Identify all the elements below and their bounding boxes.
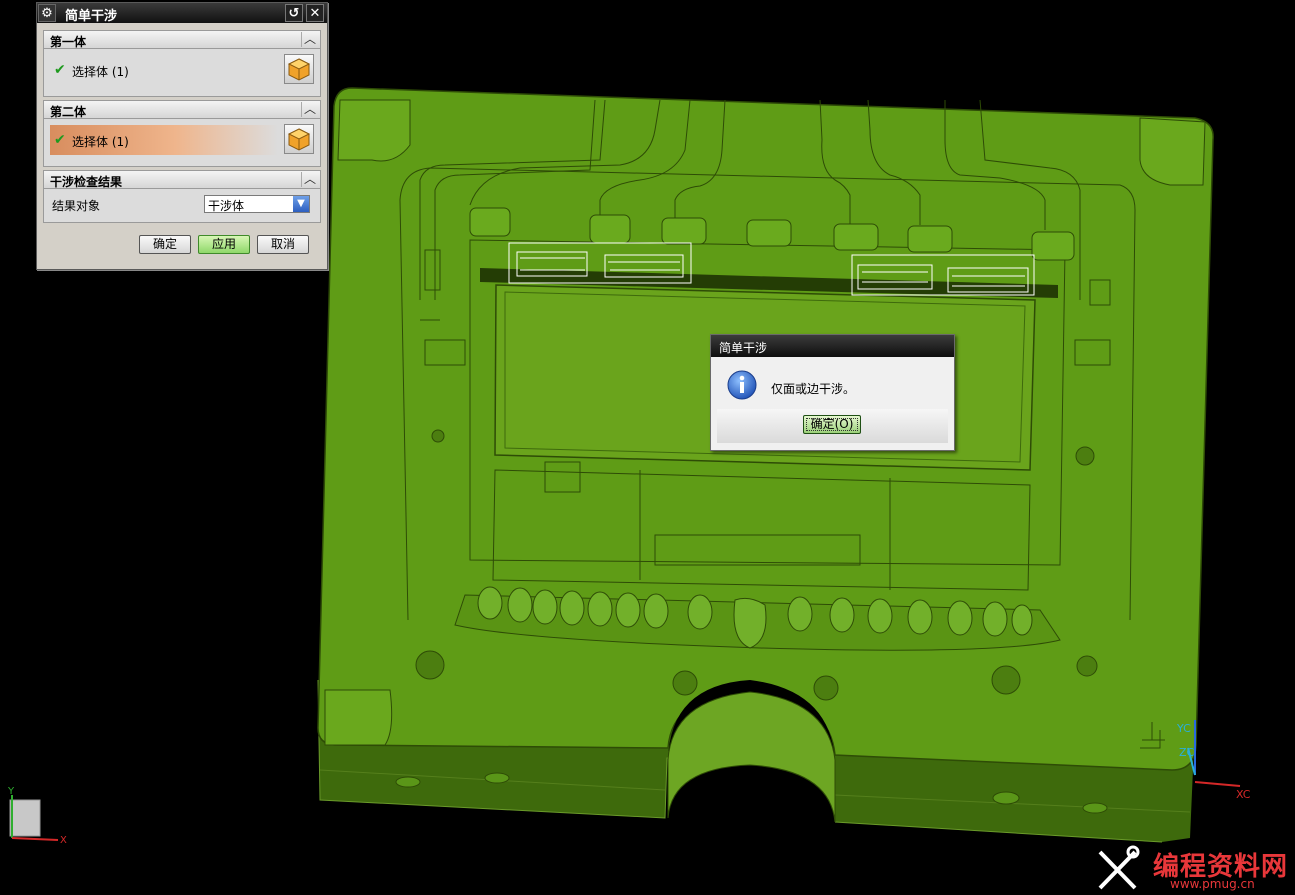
xc-axis-label: XC	[1236, 788, 1251, 801]
result-object-dropdown[interactable]: 干涉体 ▼	[204, 195, 310, 213]
first-body-select-label: 选择体 (1)	[72, 65, 129, 79]
close-icon[interactable]: ✕	[306, 4, 324, 22]
apply-button[interactable]: 应用	[198, 235, 250, 254]
results-section-header[interactable]: 干涉检查结果 ︿	[43, 170, 321, 189]
results-section: 结果对象 干涉体 ▼	[43, 189, 321, 223]
result-object-value: 干涉体	[208, 199, 245, 213]
message-text: 仅面或边干涉。	[771, 382, 856, 396]
result-object-label: 结果对象	[52, 199, 101, 213]
tools-icon	[1098, 845, 1140, 890]
simple-interference-dialog: ⚙ 简单干涉 ↺ ✕ 第一体 ︿ ✔ 选择体 (1) 第二体 ︿ ✔ 选择体 (…	[36, 2, 328, 270]
message-ok-button[interactable]: 确定(O)	[803, 415, 861, 434]
first-body-section-header[interactable]: 第一体 ︿	[43, 30, 321, 49]
first-body-section: ✔ 选择体 (1)	[43, 49, 321, 97]
ok-button[interactable]: 确定	[139, 235, 191, 254]
cube-icon	[287, 128, 311, 151]
cancel-button[interactable]: 取消	[257, 235, 309, 254]
second-body-header-label: 第二体	[50, 105, 87, 119]
absolute-triad	[9, 795, 59, 841]
dropdown-arrow-icon[interactable]: ▼	[293, 196, 309, 212]
second-body-select-row[interactable]: ✔ 选择体 (1)	[50, 125, 278, 155]
wcs-triad	[1187, 720, 1241, 787]
chevron-up-icon[interactable]: ︿	[301, 102, 318, 117]
yc-axis-label: YC	[1177, 722, 1191, 735]
select-body-button-2[interactable]	[284, 124, 314, 154]
zc-axis-label: ZC	[1179, 746, 1195, 759]
second-body-select-label: 选择体 (1)	[72, 135, 129, 149]
first-body-header-label: 第一体	[50, 35, 87, 49]
reset-icon[interactable]: ↺	[285, 4, 303, 22]
info-icon	[727, 370, 757, 400]
chevron-up-icon[interactable]: ︿	[301, 32, 318, 47]
second-body-section: ✔ 选择体 (1)	[43, 119, 321, 167]
checkmark-icon: ✔	[54, 132, 66, 148]
dialog-title: 简单干涉	[65, 9, 118, 24]
gear-icon[interactable]: ⚙	[38, 4, 56, 22]
results-header-label: 干涉检查结果	[50, 175, 123, 189]
select-body-button-1[interactable]	[284, 54, 314, 84]
watermark-url: www.pmug.cn	[1170, 877, 1255, 891]
message-box-titlebar[interactable]: 简单干涉	[711, 335, 954, 357]
first-body-select-row[interactable]: ✔ 选择体 (1)	[50, 55, 278, 85]
second-body-section-header[interactable]: 第二体 ︿	[43, 100, 321, 119]
dialog-titlebar[interactable]: ⚙ 简单干涉 ↺ ✕	[37, 3, 327, 24]
abs-y-axis-label: Y	[8, 786, 15, 797]
mold-plate-model	[317, 87, 1214, 843]
chevron-up-icon[interactable]: ︿	[301, 172, 318, 187]
abs-x-axis-label: X	[60, 835, 67, 846]
checkmark-icon: ✔	[54, 62, 66, 78]
message-box-title: 简单干涉	[719, 341, 768, 355]
cube-icon	[287, 58, 311, 81]
info-message-box: 简单干涉 仅面或边干涉。 确定(O)	[710, 334, 955, 451]
